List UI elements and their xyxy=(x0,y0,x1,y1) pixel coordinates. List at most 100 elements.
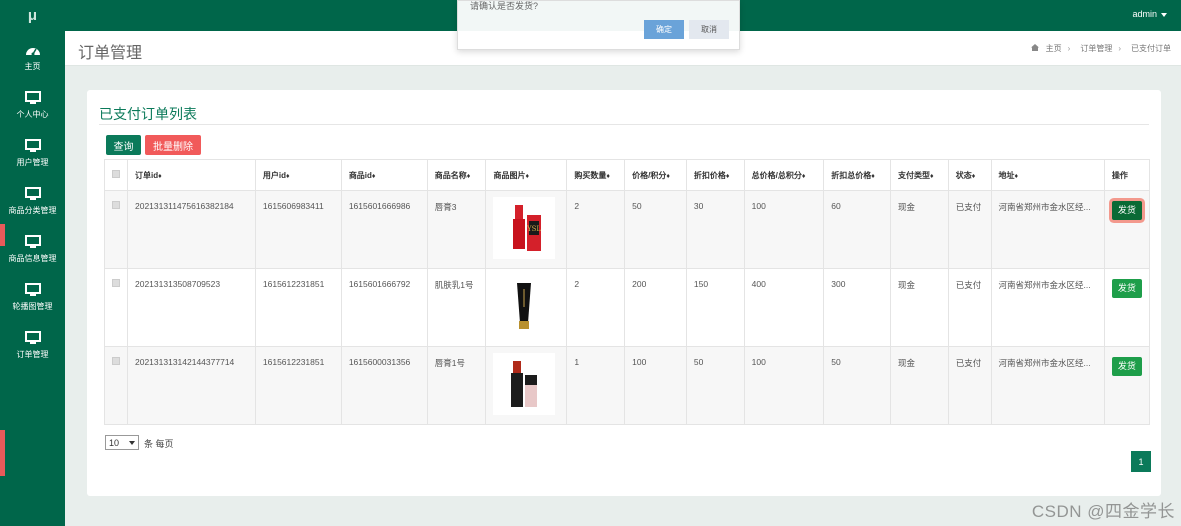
price-cell: 200 xyxy=(624,268,687,347)
table-row: 202131313508709523 1615612231851 1615601… xyxy=(104,268,1151,347)
per-page-select[interactable]: 10 xyxy=(105,435,139,450)
address-cell: 河南省郑州市金水区经... xyxy=(990,346,1105,425)
product-id-cell: 1615601666986 xyxy=(340,190,428,269)
address-cell: 河南省郑州市金水区经... xyxy=(990,190,1105,269)
home-icon xyxy=(1031,44,1040,51)
order-id-cell: 202131313508709523 xyxy=(127,268,256,347)
dashboard-icon xyxy=(25,48,40,56)
monitor-icon xyxy=(24,139,41,152)
edge-marker xyxy=(0,430,5,476)
monitor-icon xyxy=(24,331,41,344)
product-id-cell: 1615600031356 xyxy=(340,346,428,425)
sidebar-item-products[interactable]: 商品信息管理 xyxy=(0,229,65,273)
total-cell: 100 xyxy=(743,190,825,269)
ship-button[interactable]: 发货 xyxy=(1111,201,1142,220)
row-select-cell xyxy=(104,268,128,347)
quantity-cell: 2 xyxy=(566,190,626,269)
status-cell: 已支付 xyxy=(947,346,992,425)
row-select-cell xyxy=(104,190,128,269)
product-name-cell: 肌肤乳1号 xyxy=(426,268,487,347)
select-all-checkbox[interactable] xyxy=(112,170,120,178)
price-cell: 100 xyxy=(624,346,687,425)
monitor-icon xyxy=(24,91,41,104)
dialog-message: 请确认是否发货? xyxy=(470,1,539,11)
breadcrumb-orders[interactable]: 订单管理 xyxy=(1080,44,1112,53)
col-user-id[interactable]: 用户id♦ xyxy=(254,159,342,191)
col-pay-type[interactable]: 支付类型♦ xyxy=(889,159,949,191)
col-price[interactable]: 价格/积分♦ xyxy=(624,159,687,191)
order-id-cell: 202131311475616382184 xyxy=(127,190,256,269)
page-title: 订单管理 xyxy=(78,45,143,62)
discount-price-cell: 30 xyxy=(685,190,745,269)
quantity-cell: 1 xyxy=(566,346,626,425)
discount-price-cell: 150 xyxy=(685,268,745,347)
col-address[interactable]: 地址♦ xyxy=(990,159,1105,191)
user-menu[interactable]: admin xyxy=(1132,9,1167,19)
product-id-cell: 1615601666792 xyxy=(340,268,428,347)
sidebar-item-label: 用户管理 xyxy=(16,158,49,167)
main-content: 订单管理 主页 › 订单管理 › 已支付订单 已支付订单列表 查询 批量删除 订单id♦… xyxy=(65,31,1181,526)
col-quantity[interactable]: 购买数量♦ xyxy=(566,159,626,191)
monitor-icon xyxy=(24,283,41,296)
table-row: 202131311475616382184 1615606983411 1615… xyxy=(104,190,1151,269)
watermark: CSDN @四金学长 xyxy=(1031,502,1175,521)
actions-cell: 发货 xyxy=(1103,190,1151,269)
sidebar-item-label: 订单管理 xyxy=(16,350,49,359)
app-logo: μ xyxy=(27,7,38,24)
sidebar-item-users[interactable]: 用户管理 xyxy=(0,133,65,177)
search-button[interactable]: 查询 xyxy=(106,135,141,155)
breadcrumb-current: 已支付订单 xyxy=(1131,44,1171,53)
table-header-row: 订单id♦ 用户id♦ 商品id♦ 商品名称♦ 商品图片♦ 购买数量♦ 价格/积… xyxy=(104,159,1151,191)
monitor-icon xyxy=(24,187,41,200)
sidebar-item-carousel[interactable]: 轮播图管理 xyxy=(0,277,65,321)
lipstick-dark-icon xyxy=(493,353,556,415)
ship-button[interactable]: 发货 xyxy=(1111,279,1142,298)
col-total[interactable]: 总价格/总积分♦ xyxy=(743,159,825,191)
confirm-cancel-button[interactable]: 取消 xyxy=(689,20,729,39)
col-discount-price[interactable]: 折扣价格♦ xyxy=(685,159,745,191)
user-id-cell: 1615612231851 xyxy=(254,346,342,425)
sidebar-item-categories[interactable]: 商品分类管理 xyxy=(0,181,65,225)
col-product-name[interactable]: 商品名称♦ xyxy=(426,159,487,191)
confirm-dialog: 请确认是否发货? 确定 取消 xyxy=(457,0,740,50)
row-checkbox[interactable] xyxy=(112,201,120,209)
quantity-cell: 2 xyxy=(566,268,626,347)
sidebar-item-home[interactable]: 主页 xyxy=(0,37,65,81)
divider xyxy=(99,124,1149,125)
user-name: admin xyxy=(1132,9,1157,19)
col-discount-total[interactable]: 折扣总价格♦ xyxy=(823,159,891,191)
monitor-icon xyxy=(24,235,41,248)
batch-delete-button[interactable]: 批量删除 xyxy=(145,135,201,155)
product-image-cell xyxy=(485,268,568,347)
sidebar-item-profile[interactable]: 个人中心 xyxy=(0,85,65,129)
discount-total-cell: 50 xyxy=(823,346,891,425)
foundation-tube-icon xyxy=(493,275,556,337)
row-checkbox[interactable] xyxy=(112,357,120,365)
breadcrumb-home[interactable]: 主页 xyxy=(1046,44,1062,53)
product-image-cell: YSL xyxy=(485,190,568,269)
total-cell: 100 xyxy=(743,346,825,425)
col-product-image[interactable]: 商品图片♦ xyxy=(485,159,568,191)
user-id-cell: 1615612231851 xyxy=(254,268,342,347)
per-page-label: 条 每页 xyxy=(144,439,174,449)
col-product-id[interactable]: 商品id♦ xyxy=(340,159,428,191)
col-order-id[interactable]: 订单id♦ xyxy=(127,159,256,191)
caret-down-icon xyxy=(1161,12,1167,17)
lipstick-red-icon: YSL xyxy=(493,197,556,259)
row-select-cell xyxy=(104,346,128,425)
total-cell: 400 xyxy=(743,268,825,347)
col-status[interactable]: 状态♦ xyxy=(947,159,992,191)
sidebar-item-orders[interactable]: 订单管理 xyxy=(0,325,65,369)
confirm-ok-button[interactable]: 确定 xyxy=(644,20,684,39)
product-name-cell: 唇膏1号 xyxy=(426,346,487,425)
sidebar-item-label: 轮播图管理 xyxy=(12,302,53,311)
row-checkbox[interactable] xyxy=(112,279,120,287)
address-cell: 河南省郑州市金水区经... xyxy=(990,268,1105,347)
chevron-down-icon xyxy=(129,441,135,445)
ship-button[interactable]: 发货 xyxy=(1111,357,1142,376)
page-1-button[interactable]: 1 xyxy=(1131,451,1151,472)
pay-type-cell: 现金 xyxy=(889,190,949,269)
select-all-cell xyxy=(104,159,128,191)
price-cell: 50 xyxy=(624,190,687,269)
product-name-cell: 唇膏3 xyxy=(426,190,487,269)
